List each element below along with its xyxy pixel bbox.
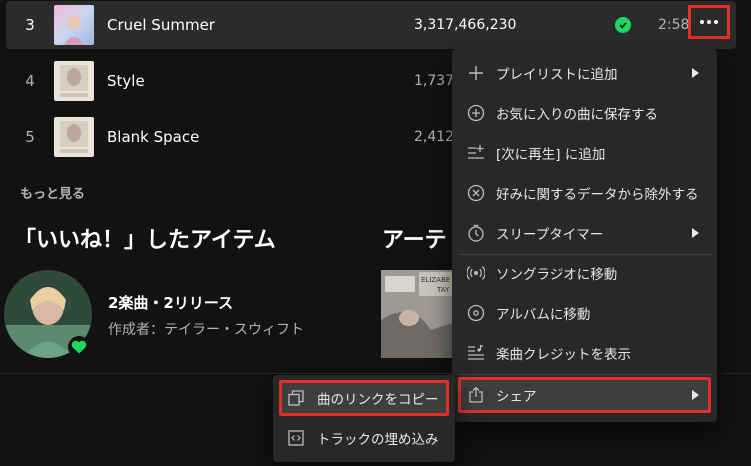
track-number: 5	[25, 128, 35, 146]
ellipsis-icon	[700, 20, 704, 24]
menu-item-label: [次に再生] に追加	[496, 147, 606, 163]
copy-link-icon	[287, 389, 305, 407]
menu-item-label: プレイリストに追加	[496, 67, 618, 83]
share-submenu: 曲のリンクをコピー トラックの埋め込み	[273, 375, 455, 462]
menu-exclude-from-taste[interactable]: 好みに関するデータから除外する	[458, 175, 711, 211]
ellipsis-dot	[714, 20, 718, 24]
app-root: 3 Cruel Summer 3,317,466,230 2:58 4 Styl…	[0, 0, 751, 466]
liked-items-heading: 「いいね！」したアイテム	[14, 228, 276, 253]
liked-author-label: 作成者：テイラー・スウィフト	[108, 322, 304, 338]
menu-save-to-liked[interactable]: お気に入りの曲に保存する	[458, 95, 711, 131]
play-count: 3,317,466,230	[414, 17, 517, 33]
menu-add-to-queue[interactable]: [次に再生] に追加	[458, 135, 711, 171]
menu-go-to-song-radio[interactable]: ソングラジオに移動	[458, 255, 711, 291]
menu-divider	[458, 374, 711, 375]
track-cover-image	[54, 5, 94, 45]
ellipsis-dot	[707, 20, 711, 24]
album-art-text-1: ELIZABE	[421, 276, 450, 284]
menu-go-to-album[interactable]: アルバムに移動	[458, 295, 711, 331]
menu-add-to-playlist[interactable]: プレイリストに追加	[458, 55, 711, 91]
album-cover-image[interactable]: ELIZABE TAY	[381, 270, 461, 358]
menu-item-label: 楽曲クレジットを表示	[496, 347, 631, 363]
submenu-arrow-icon	[692, 390, 699, 400]
track-number: 4	[25, 72, 35, 90]
menu-show-credits[interactable]: 楽曲クレジットを表示	[458, 335, 711, 371]
credits-icon	[466, 343, 486, 363]
track-context-menu: プレイリストに追加 お気に入りの曲に保存する [次に再生] に追加 好みに関する…	[452, 49, 717, 422]
more-options-button[interactable]	[688, 5, 730, 39]
submenu-arrow-icon	[692, 228, 699, 238]
track-number: 3	[25, 16, 35, 34]
liked-count-label[interactable]: 2楽曲・2リリース	[108, 292, 233, 313]
play-count: 1,737	[414, 73, 455, 89]
track-duration: 2:58	[658, 17, 690, 33]
menu-share[interactable]: シェア	[458, 377, 711, 413]
track-row-cruel-summer[interactable]: 3 Cruel Summer 3,317,466,230 2:58	[6, 1, 736, 49]
submenu-embed-track[interactable]: トラックの埋め込み	[279, 420, 449, 456]
plus-circle-icon	[466, 103, 486, 123]
see-more-link[interactable]: もっと見る	[20, 183, 85, 202]
artist-section-heading: アーテ	[382, 228, 447, 253]
menu-item-label: シェア	[496, 389, 537, 405]
submenu-arrow-icon	[692, 68, 699, 78]
track-title[interactable]: Style	[107, 72, 145, 90]
plus-icon	[466, 63, 486, 83]
menu-sleep-timer[interactable]: スリープタイマー	[458, 215, 711, 251]
track-cover-image	[54, 61, 94, 101]
menu-item-label: ソングラジオに移動	[496, 267, 618, 283]
submenu-copy-song-link[interactable]: 曲のリンクをコピー	[279, 380, 449, 416]
add-to-queue-icon	[466, 143, 486, 163]
album-icon	[466, 303, 486, 323]
menu-item-label: お気に入りの曲に保存する	[496, 107, 658, 123]
submenu-item-label: 曲のリンクをコピー	[317, 392, 439, 408]
menu-item-label: スリープタイマー	[496, 227, 604, 243]
exclude-circle-icon	[466, 183, 486, 203]
radio-icon	[466, 263, 486, 283]
track-title[interactable]: Cruel Summer	[107, 16, 215, 34]
track-title[interactable]: Blank Space	[107, 128, 199, 146]
timer-icon	[466, 223, 486, 243]
track-cover-image	[54, 117, 94, 157]
share-icon	[466, 385, 486, 405]
saved-check-icon[interactable]	[615, 17, 631, 33]
menu-item-label: アルバムに移動	[496, 307, 591, 323]
embed-icon	[287, 429, 305, 447]
play-count: 2,412	[414, 129, 455, 145]
menu-item-label: 好みに関するデータから除外する	[496, 187, 699, 203]
album-art-text-2: TAY	[436, 286, 450, 294]
submenu-item-label: トラックの埋め込み	[317, 432, 439, 448]
liked-heart-icon	[68, 336, 90, 358]
